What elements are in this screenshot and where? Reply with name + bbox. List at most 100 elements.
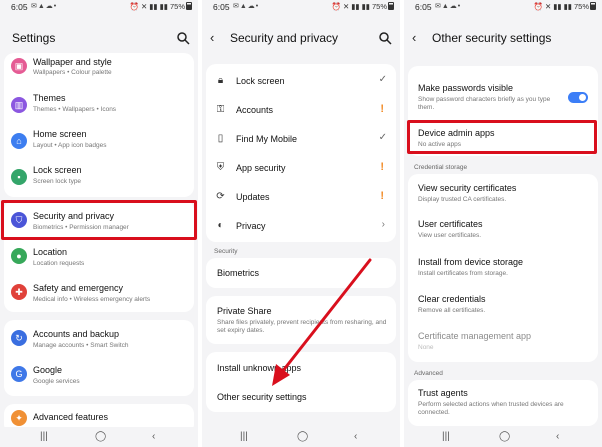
security-item-accounts[interactable]: ⚿ Accounts ! (206, 95, 396, 124)
home-button[interactable]: ◯ (297, 431, 308, 442)
back-arrow-icon[interactable]: ‹ (210, 30, 214, 45)
highlight-box (407, 120, 597, 154)
install-from-storage-item[interactable]: Install from device storage Install cert… (408, 252, 598, 286)
search-icon[interactable] (378, 31, 392, 45)
clear-credentials-item[interactable]: Clear credentials Remove all certificate… (408, 289, 598, 323)
security-item-private-share[interactable]: Private Share Share files privately, pre… (206, 296, 396, 344)
home-button[interactable]: ◯ (95, 431, 106, 442)
lock-icon: 🔒︎ (217, 75, 224, 86)
settings-item-label: Advanced features (33, 412, 109, 422)
system-icons: ⏰ ✕ ▮▮ ▮▮ 75% (534, 2, 596, 11)
system-icons: ⏰ ✕ ▮▮ ▮▮ 75% (130, 2, 192, 11)
settings-item-location[interactable]: ● Location Location requests (4, 240, 194, 274)
back-button[interactable]: ‹ (556, 431, 559, 442)
settings-item-wallpaper[interactable]: ▣ Wallpaper and style Wallpapers • Colou… (4, 53, 194, 81)
security-item-find-my-mobile[interactable]: ▯ Find My Mobile ✓ (206, 124, 396, 153)
battery-level: 75% (169, 2, 185, 11)
credential-item-label: View security certificates (418, 183, 517, 193)
user-certificates-item[interactable]: User certificates View user certificates… (408, 214, 598, 248)
page-title: Settings (12, 31, 56, 45)
security-item-biometrics[interactable]: Biometrics (206, 258, 396, 288)
home-button[interactable]: ◯ (499, 431, 510, 442)
security-item-label: Updates (236, 192, 270, 202)
settings-item-themes[interactable]: ▥ Themes Themes • Wallpapers • Icons (4, 89, 194, 123)
page-title: Security and privacy (230, 31, 339, 45)
page-title: Other security settings (432, 31, 552, 45)
settings-item-label: Lock screen (33, 165, 82, 175)
settings-item-label: Accounts and backup (33, 329, 120, 339)
settings-item-safety[interactable]: ✚ Safety and emergency Medical info • Wi… (4, 276, 194, 310)
security-item-lock-screen[interactable]: 🔒︎ Lock screen ✓ (206, 66, 396, 95)
system-icons: ⏰ ✕ ▮▮ ▮▮ 75% (332, 2, 394, 11)
security-item-other-settings[interactable]: Other security settings (206, 383, 396, 411)
private-share-label: Private Share (217, 306, 272, 316)
recents-button[interactable]: ||| (240, 431, 248, 442)
settings-item-label: Location (33, 247, 68, 257)
settings-item-label: Wallpaper and style (33, 57, 112, 67)
settings-item-lock-screen[interactable]: ▪ Lock screen Screen lock type (4, 161, 194, 195)
settings-item-label: Home screen (33, 129, 87, 139)
credential-item-label: Install from device storage (418, 257, 524, 267)
battery-icon (590, 2, 596, 10)
view-certificates-item[interactable]: View security certificates Display trust… (408, 178, 598, 212)
settings-item-google[interactable]: G Google Google services (4, 358, 194, 392)
security-item-install-unknown[interactable]: Install unknown apps (206, 354, 396, 382)
other-security-header: ‹ Other security settings (404, 28, 602, 50)
credential-item-sub: Remove all certificates. (418, 307, 486, 314)
search-icon[interactable] (176, 31, 190, 45)
status-time: 6:05 (415, 2, 432, 12)
biometrics-label: Biometrics (217, 268, 260, 278)
lock-icon: ▪ (11, 169, 27, 185)
section-header-advanced: Advanced (414, 370, 443, 377)
security-item-privacy[interactable]: ◐ Privacy › (206, 211, 396, 240)
settings-item-home-screen[interactable]: ⌂ Home screen Layout • App icon badges (4, 125, 194, 159)
credential-item-sub: None (418, 344, 434, 351)
notification-icons: ✉▲☁• (435, 3, 462, 10)
passwords-visible-toggle[interactable] (568, 92, 588, 103)
security-item-app-security[interactable]: ⛨ App security ! (206, 153, 396, 182)
security-item-label: Lock screen (236, 76, 285, 86)
back-button[interactable]: ‹ (152, 431, 155, 442)
settings-item-sub: Layout • App icon badges (33, 142, 107, 149)
security-item-label: Privacy (236, 221, 266, 231)
chevron-right-icon: › (381, 219, 385, 230)
recents-button[interactable]: ||| (40, 431, 48, 442)
credential-item-label: Clear credentials (418, 294, 486, 304)
credential-item-label: Certificate management app (418, 331, 532, 341)
settings-item-sub: Medical info • Wireless emergency alerts (33, 296, 151, 303)
private-share-sub: Share files privately, prevent recipient… (217, 319, 387, 334)
settings-item-accounts-backup[interactable]: ↻ Accounts and backup Manage accounts • … (4, 322, 194, 356)
back-arrow-icon[interactable]: ‹ (412, 30, 416, 45)
credential-item-sub: View user certificates. (418, 232, 482, 239)
status-time: 6:05 (213, 2, 230, 12)
settings-item-sub: Screen lock type (33, 178, 82, 185)
notification-icons: ✉▲☁• (233, 3, 260, 10)
check-icon: ✓ (378, 74, 387, 85)
status-bar: 6:05 ✉▲☁• ⏰ ✕ ▮▮ ▮▮ 75% (404, 0, 602, 14)
make-passwords-label: Make passwords visible (418, 83, 514, 93)
recents-button[interactable]: ||| (442, 431, 450, 442)
make-passwords-visible-item[interactable]: Make passwords visible Show password cha… (408, 78, 598, 112)
navigation-bar: ||| ◯ ‹ (202, 427, 400, 447)
status-time: 6:05 (11, 2, 28, 12)
key-icon: ⚿ (216, 104, 225, 115)
back-button[interactable]: ‹ (354, 431, 357, 442)
trust-agents-label: Trust agents (418, 388, 468, 398)
advanced-group: Trust agents Perform selected actions wh… (408, 380, 598, 426)
location-pin-icon: ● (11, 248, 27, 264)
navigation-bar: ||| ◯ ‹ (404, 427, 602, 447)
other-security-screen: 6:05 ✉▲☁• ⏰ ✕ ▮▮ ▮▮ 75% ‹ Other security… (404, 0, 602, 447)
credential-item-sub: Display trusted CA certificates. (418, 196, 507, 203)
section-header-credential-storage: Credential storage (414, 164, 468, 171)
notification-icons: ✉▲☁• (31, 3, 58, 10)
trust-agents-item[interactable]: Trust agents Perform selected actions wh… (408, 382, 598, 422)
settings-item-sub: Themes • Wallpapers • Icons (33, 106, 117, 113)
battery-icon (388, 2, 394, 10)
check-icon: ✓ (378, 132, 387, 143)
security-header: ‹ Security and privacy (202, 28, 400, 50)
settings-item-label: Google (33, 365, 63, 375)
app-security-icon: ⛨ (216, 162, 225, 173)
install-unknown-label: Install unknown apps (217, 363, 302, 373)
security-item-updates[interactable]: ⟳ Updates ! (206, 182, 396, 211)
settings-header: Settings (0, 28, 198, 50)
